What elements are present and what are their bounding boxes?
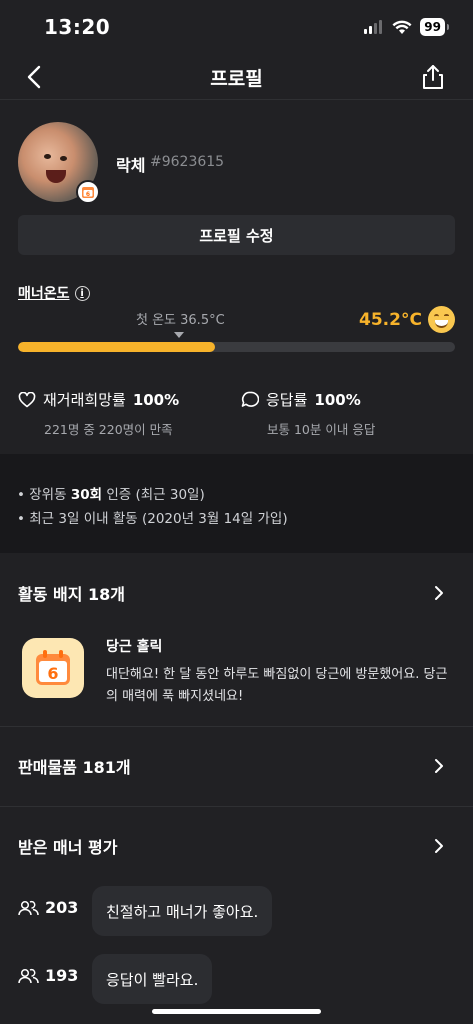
neighborhood-name: 장위동 — [29, 487, 67, 503]
people-icon — [18, 900, 39, 915]
status-icons: 99 — [364, 18, 449, 36]
chevron-right-icon — [435, 759, 443, 773]
info-icon[interactable]: i — [74, 285, 90, 301]
review-count: 203 — [18, 898, 78, 917]
profile-header: 6 락체 #9623615 — [18, 122, 458, 204]
smile-face-icon — [428, 306, 455, 333]
rehire-rate: 재거래희망률 100% — [18, 389, 179, 410]
svg-text:6: 6 — [86, 191, 90, 198]
review-count-value: 193 — [45, 966, 79, 985]
avatar-mouth — [46, 170, 66, 183]
activity-badges-title: 활동 배지 18개 — [18, 585, 126, 604]
temperature-value: 45.2°C — [359, 310, 422, 330]
nickname: 락체 — [116, 156, 146, 175]
heart-icon — [18, 391, 36, 407]
status-bar: 13:20 99 — [0, 0, 473, 52]
temperature-bar — [18, 342, 455, 352]
review-bubble: 응답이 빨라요. — [92, 954, 213, 1004]
rehire-rate-value: 100% — [132, 390, 180, 409]
avatar-eye — [44, 154, 51, 159]
nav-bar: 프로필 — [0, 52, 473, 100]
calendar-badge-icon: 6 — [76, 180, 100, 204]
rehire-rate-label: 재거래희망률 — [43, 391, 126, 409]
response-rate: 응답률 100% — [241, 389, 361, 410]
avatar-eye — [60, 156, 67, 161]
response-rate-value: 100% — [314, 390, 361, 409]
activity-info: • 장위동 30회 인증 (최근 30일) • 최근 3일 이내 활동 (202… — [0, 454, 473, 553]
review-bubble: 친절하고 매너가 좋아요. — [92, 886, 273, 936]
edit-profile-button[interactable]: 프로필 수정 — [18, 215, 455, 255]
review-item: 203 친절하고 매너가 좋아요. — [0, 886, 473, 936]
first-temperature-marker — [174, 332, 184, 338]
response-rate-detail: 보통 10분 이내 응답 — [267, 422, 376, 437]
verification-suffix: 인증 (최근 30일) — [106, 487, 205, 503]
review-item: 193 응답이 빨라요. — [0, 954, 473, 1004]
verification-info: • 장위동 30회 인증 (최근 30일) — [17, 487, 205, 503]
activity-recency-text: 최근 3일 이내 활동 (2020년 3월 14일 가입) — [29, 511, 288, 527]
divider — [0, 726, 473, 727]
manner-reviews-title: 받은 매너 평가 — [18, 838, 118, 857]
activity-recency: • 최근 3일 이내 활동 (2020년 3월 14일 가입) — [17, 511, 288, 527]
badge-item[interactable]: 6 당근 홀릭 대단해요! 한 달 동안 하루도 빠짐없이 당근에 방문했어요.… — [0, 622, 473, 722]
page-title: 프로필 — [210, 68, 263, 90]
share-icon[interactable] — [421, 64, 445, 90]
temperature-bar-fill — [18, 342, 215, 352]
badge-title: 당근 홀릭 — [106, 639, 163, 655]
divider — [0, 806, 473, 807]
manner-reviews-row[interactable]: 받은 매너 평가 — [0, 826, 473, 866]
signal-icon — [364, 20, 383, 34]
manner-label-text: 매너온도 — [18, 286, 70, 302]
user-id: #9623615 — [150, 154, 225, 170]
status-time: 13:20 — [44, 15, 111, 39]
calendar-badge-icon: 6 — [22, 638, 84, 698]
battery-icon: 99 — [420, 18, 449, 36]
verification-count: 30회 — [70, 487, 103, 503]
badge-description: 대단해요! 한 달 동안 하루도 빠짐없이 당근에 방문했어요. 당근의 매력에… — [106, 667, 448, 704]
review-count: 193 — [18, 966, 78, 985]
response-rate-label: 응답률 — [266, 391, 308, 409]
chevron-right-icon — [435, 586, 443, 600]
home-indicator[interactable] — [152, 1009, 321, 1014]
wifi-icon — [392, 20, 412, 34]
people-icon — [18, 968, 39, 983]
sales-items-row[interactable]: 판매물품 181개 — [0, 746, 473, 786]
first-temperature-label: 첫 온도 36.5°C — [136, 313, 225, 328]
rehire-rate-detail: 221명 중 220명이 만족 — [44, 422, 173, 437]
sales-items-title: 판매물품 181개 — [18, 758, 131, 777]
chevron-right-icon — [435, 839, 443, 853]
activity-badges-row[interactable]: 활동 배지 18개 — [0, 573, 473, 613]
svg-text:6: 6 — [47, 664, 58, 683]
manner-temperature-label[interactable]: 매너온도 i — [18, 283, 90, 303]
review-count-value: 203 — [45, 898, 79, 917]
chat-bubble-icon — [241, 391, 259, 407]
